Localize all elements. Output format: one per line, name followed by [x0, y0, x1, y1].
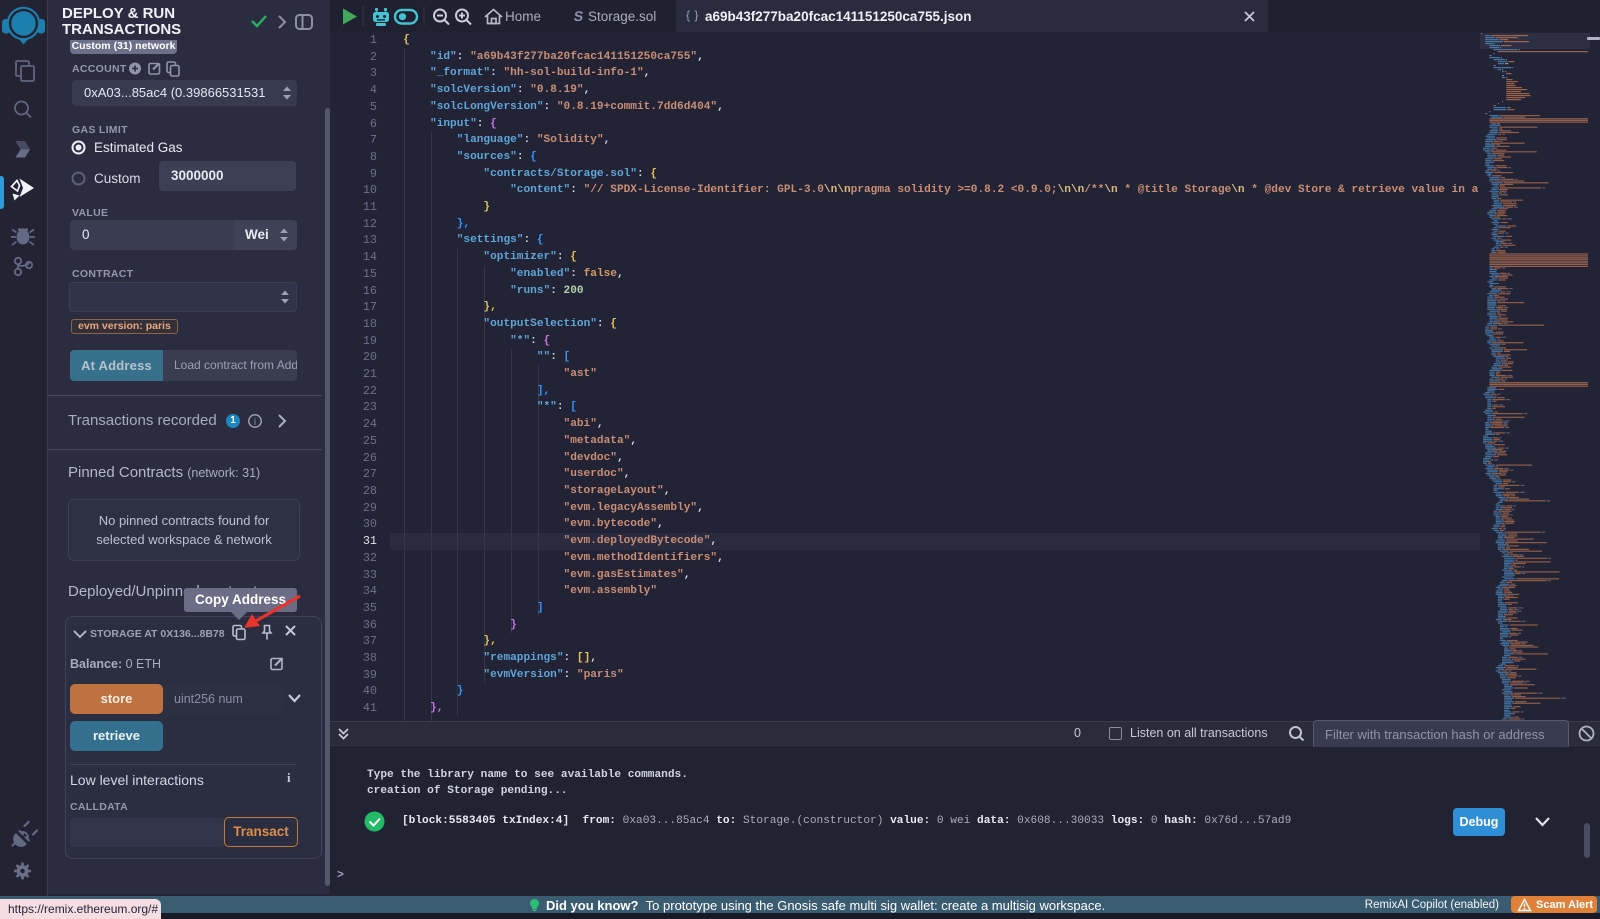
svg-text:i: i [254, 417, 257, 427]
